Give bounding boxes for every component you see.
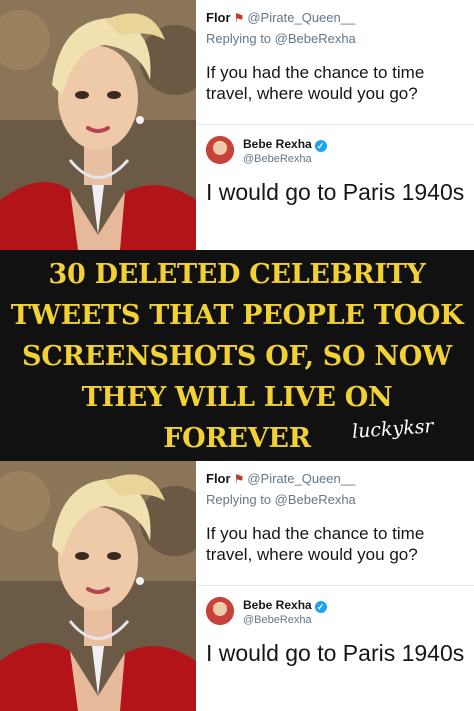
- answer-author-handle: @BebeRexha: [243, 153, 312, 165]
- top-screenshot-panel: Flor ⚑ @Pirate_Queen__ Replying to @BebeRe…: [0, 0, 474, 250]
- answer-tweet: Bebe Rexha ✓ @BebeRexha I would go to Par…: [196, 587, 474, 711]
- verified-badge-icon: ✓: [314, 601, 327, 613]
- question-text: If you had the chance to time travel, wh…: [206, 63, 425, 103]
- reply-author-name: Flor: [206, 471, 231, 486]
- avatar: [206, 597, 234, 625]
- reply-author-handle: @Pirate_Queen__: [247, 10, 356, 25]
- reply-author-handle: @Pirate_Queen__: [247, 471, 356, 486]
- reply-tweet: Flor ⚑ @Pirate_Queen__ Replying to @BebeRe…: [196, 461, 474, 586]
- celebrity-photo: [0, 0, 196, 250]
- answer-text: I would go to Paris 1940s: [206, 179, 465, 205]
- reply-header: Flor ⚑ @Pirate_Queen__: [206, 471, 355, 486]
- answer-tweet: Bebe Rexha ✓ @BebeRexha I would go to Par…: [196, 126, 474, 250]
- reply-header: Flor ⚑ @Pirate_Queen__: [206, 10, 355, 25]
- tweet-card: Flor ⚑ @Pirate_Queen__ Replying to @BebeRe…: [196, 0, 474, 250]
- skull-flag-icon: ⚑: [233, 11, 245, 25]
- celebrity-photo: [0, 461, 196, 711]
- avatar: [206, 136, 234, 164]
- answer-author-name: Bebe Rexha ✓: [243, 598, 327, 613]
- answer-author-name: Bebe Rexha ✓: [243, 137, 327, 152]
- question-text: If you had the chance to time travel, wh…: [206, 524, 425, 564]
- reply-tweet: Flor ⚑ @Pirate_Queen__ Replying to @BebeRe…: [196, 0, 474, 125]
- replying-to: Replying to @BebeRexha: [206, 492, 356, 507]
- answer-author-handle: @BebeRexha: [243, 614, 312, 626]
- verified-badge-icon: ✓: [314, 140, 327, 152]
- reply-author-name: Flor: [206, 10, 231, 25]
- answer-text: I would go to Paris 1940s: [206, 640, 465, 666]
- replying-to: Replying to @BebeRexha: [206, 31, 356, 46]
- tweet-card: Flor ⚑ @Pirate_Queen__ Replying to @BebeRe…: [196, 461, 474, 711]
- headline-banner: 30 DELETED CELEBRITY TWEETS THAT PEOPLE …: [0, 250, 474, 461]
- skull-flag-icon: ⚑: [233, 472, 245, 486]
- bottom-screenshot-panel: Flor ⚑ @Pirate_Queen__ Replying to @BebeRe…: [0, 461, 474, 711]
